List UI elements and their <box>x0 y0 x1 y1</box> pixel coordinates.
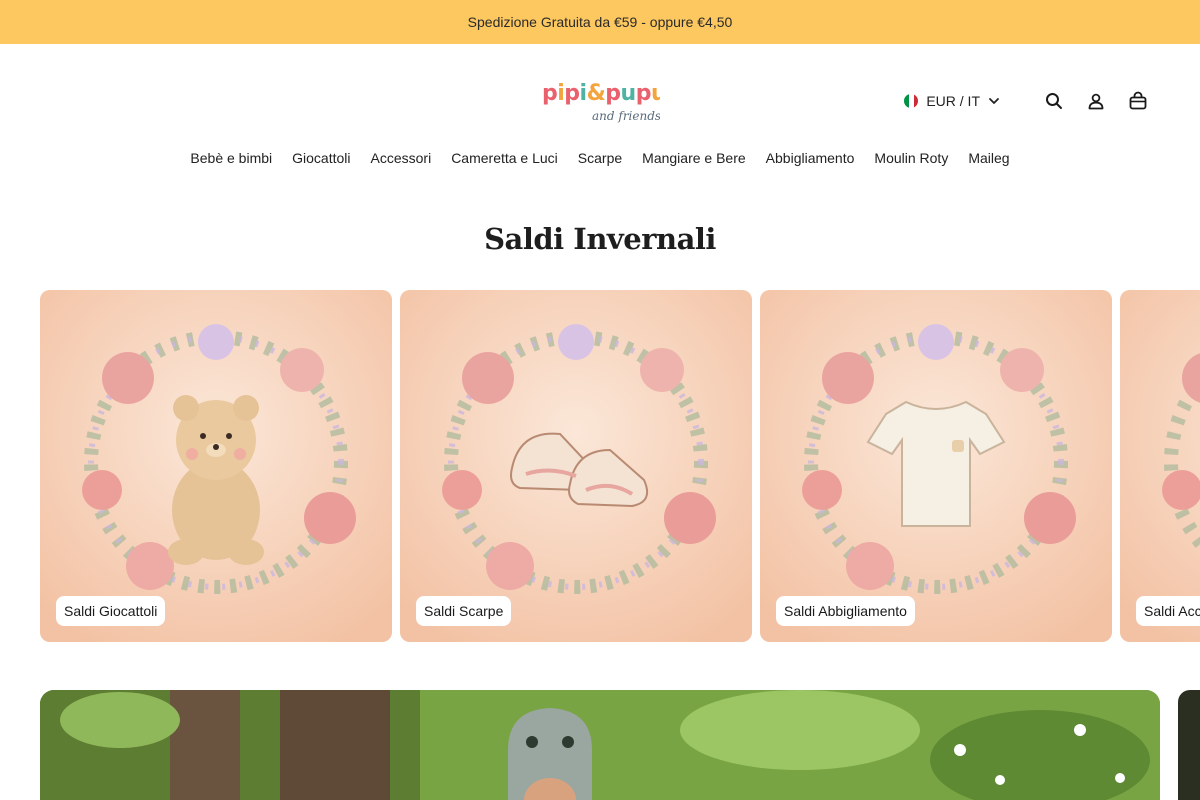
account-icon[interactable] <box>1086 91 1106 111</box>
nav-item-mangiare-e-bere[interactable]: Mangiare e Bere <box>642 150 746 166</box>
chevron-down-icon <box>989 98 999 104</box>
hero-next-slide-preview[interactable] <box>1178 690 1200 800</box>
tshirt-image <box>760 290 1112 642</box>
hero-banner[interactable] <box>40 690 1160 800</box>
nav-item-abbigliamento[interactable]: Abbigliamento <box>766 150 855 166</box>
header-tools: EUR / IT <box>904 88 1148 114</box>
floral-wreath-image <box>1120 290 1200 642</box>
cart-icon[interactable] <box>1128 91 1148 111</box>
collection-card-abbigliamento[interactable]: Saldi Abbigliamento <box>760 290 1112 642</box>
baby-shoes-image <box>400 290 752 642</box>
nav-item-scarpe[interactable]: Scarpe <box>578 150 622 166</box>
card-label: Saldi Acc <box>1136 596 1200 626</box>
collection-card-accessori[interactable]: Saldi Acc <box>1120 290 1200 642</box>
locale-selector[interactable]: EUR / IT <box>904 93 1000 109</box>
italy-flag-icon <box>904 94 919 108</box>
hero-image <box>40 690 1160 800</box>
nav-item-bebe-e-bimbi[interactable]: Bebè e bimbi <box>190 150 272 166</box>
nav-item-giocattoli[interactable]: Giocattoli <box>292 150 350 166</box>
svg-text:pipi&pupu: pipi&pupu <box>542 81 660 106</box>
collection-card-scarpe[interactable]: Saldi Scarpe <box>400 290 752 642</box>
collection-carousel: Saldi Giocattoli Saldi Scarpe Saldi Abbi… <box>40 290 1200 642</box>
announcement-text: Spedizione Gratuita da €59 - oppure €4,5… <box>467 14 733 30</box>
nav-item-moulin-roty[interactable]: Moulin Roty <box>874 150 948 166</box>
brand-logo[interactable]: pipi&pupu and friends <box>540 76 660 126</box>
site-header: pipi&pupu and friends EUR / IT Bebè e bi… <box>0 44 1200 184</box>
teddy-bear-image <box>40 290 392 642</box>
card-label: Saldi Abbigliamento <box>776 596 915 626</box>
section-title: Saldi Invernali <box>484 222 716 256</box>
collection-card-giocattoli[interactable]: Saldi Giocattoli <box>40 290 392 642</box>
search-icon[interactable] <box>1044 91 1064 111</box>
nav-item-maileg[interactable]: Maileg <box>968 150 1009 166</box>
nav-item-accessori[interactable]: Accessori <box>371 150 432 166</box>
card-label: Saldi Giocattoli <box>56 596 166 626</box>
nav-item-cameretta-e-luci[interactable]: Cameretta e Luci <box>451 150 558 166</box>
main-navigation: Bebè e bimbi Giocattoli Accessori Camere… <box>0 150 1200 166</box>
locale-label: EUR / IT <box>926 93 980 109</box>
card-label: Saldi Scarpe <box>416 596 512 626</box>
announcement-bar: Spedizione Gratuita da €59 - oppure €4,5… <box>0 0 1200 44</box>
logo-tagline: and friends <box>592 109 660 123</box>
